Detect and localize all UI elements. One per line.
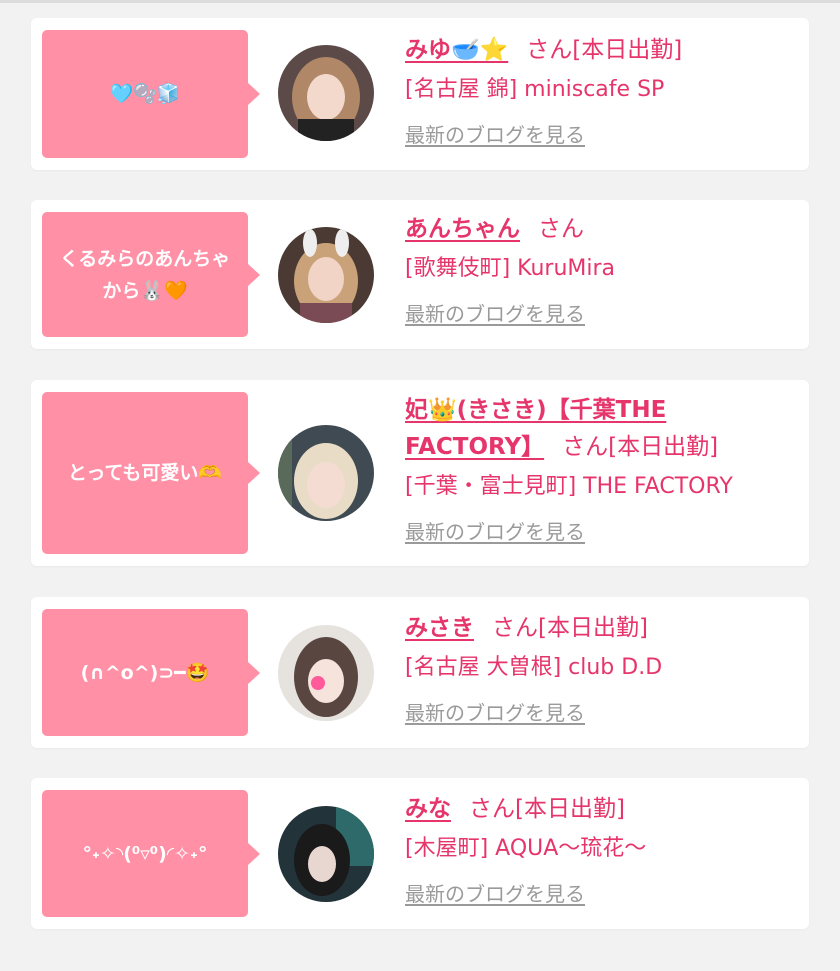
latest-blog-link[interactable]: 最新のブログを見る — [405, 516, 585, 545]
message-bubble: 🩵🫧🧊 — [42, 30, 260, 158]
honorific: さん — [538, 216, 584, 242]
status-badge: [本日出勤] — [572, 37, 683, 63]
avatar[interactable] — [278, 625, 374, 721]
avatar-photo-icon — [278, 227, 374, 323]
latest-blog-link[interactable]: 最新のブログを見る — [405, 119, 585, 148]
name-line: みさき さん[本日出勤] — [405, 610, 805, 647]
avatar-photo-icon — [278, 806, 374, 902]
message-card: °˖✧◝(⁰▿⁰)◜✧˖° みな さん[本日出勤] [木屋町] AQUA～琉花～ … — [31, 778, 809, 929]
message-text: 🩵🫧🧊 — [109, 83, 181, 105]
cast-name-link[interactable]: みゆ🥣⭐ — [405, 37, 508, 63]
shop-name: [名古屋 大曽根] club D.D — [405, 655, 663, 680]
shop-name: [千葉・富士見町] THE FACTORY — [405, 474, 733, 499]
cast-name-link[interactable]: みな — [405, 796, 451, 822]
honorific: さん — [492, 615, 538, 641]
avatar[interactable] — [278, 806, 374, 902]
shop-name: [名古屋 錦] miniscafe SP — [405, 77, 665, 102]
name-line: 妃👑(きさき)【千葉THE FACTORY】 さん[本日出勤] — [405, 392, 765, 466]
message-bubble: °˖✧◝(⁰▿⁰)◜✧˖° — [42, 790, 260, 917]
status-badge: [本日出勤] — [608, 434, 719, 460]
honorific: さん — [562, 434, 609, 460]
message-text: くるみらのあんちゃから🐰🧡 — [59, 247, 231, 302]
message-card: とっても可愛い🫶 妃👑(きさき)【千葉THE FACTORY】 さん[本日出勤] … — [31, 380, 809, 566]
cast-name-link[interactable]: あんちゃん — [405, 216, 520, 242]
message-text: とっても可愛い🫶 — [67, 462, 223, 484]
name-line: あんちゃん さん — [405, 211, 805, 248]
name-line: みな さん[本日出勤] — [405, 791, 805, 828]
card-info: あんちゃん さん [歌舞伎町] KuruMira 最新のブログを見る — [405, 211, 805, 327]
avatar[interactable] — [278, 45, 374, 141]
card-info: みゆ🥣⭐ さん[本日出勤] [名古屋 錦] miniscafe SP 最新のブログ… — [405, 32, 805, 148]
message-card: くるみらのあんちゃから🐰🧡 あんちゃん さん [歌舞伎町] KuruMira 最新… — [31, 200, 809, 349]
message-text: (∩^o^)⊃━🤩 — [80, 661, 210, 684]
avatar-photo-icon — [278, 425, 374, 521]
message-card: 🩵🫧🧊 みゆ🥣⭐ さん[本日出勤] [名古屋 錦] miniscafe SP 最新… — [31, 18, 809, 170]
honorific: さん — [469, 796, 515, 822]
shop-name: [木屋町] AQUA～琉花～ — [405, 836, 647, 861]
shop-name: [歌舞伎町] KuruMira — [405, 256, 616, 281]
card-info: 妃👑(きさき)【千葉THE FACTORY】 さん[本日出勤] [千葉・富士見町]… — [405, 392, 805, 545]
message-bubble: とっても可愛い🫶 — [42, 392, 260, 554]
honorific: さん — [526, 37, 573, 63]
status-badge: [本日出勤] — [538, 615, 648, 641]
top-divider — [0, 0, 840, 3]
message-bubble: (∩^o^)⊃━🤩 — [42, 609, 260, 736]
avatar[interactable] — [278, 425, 374, 521]
latest-blog-link[interactable]: 最新のブログを見る — [405, 697, 585, 726]
status-badge: [本日出勤] — [515, 796, 625, 822]
card-info: みさき さん[本日出勤] [名古屋 大曽根] club D.D 最新のブログを見る — [405, 610, 805, 726]
card-info: みな さん[本日出勤] [木屋町] AQUA～琉花～ 最新のブログを見る — [405, 791, 805, 907]
latest-blog-link[interactable]: 最新のブログを見る — [405, 878, 585, 907]
latest-blog-link[interactable]: 最新のブログを見る — [405, 298, 585, 327]
avatar-photo-icon — [278, 45, 374, 141]
avatar[interactable] — [278, 227, 374, 323]
name-line: みゆ🥣⭐ さん[本日出勤] — [405, 32, 805, 69]
message-bubble: くるみらのあんちゃから🐰🧡 — [42, 212, 260, 337]
message-text: °˖✧◝(⁰▿⁰)◜✧˖° — [82, 842, 208, 865]
cast-name-link[interactable]: みさき — [405, 615, 474, 641]
avatar-photo-icon — [278, 625, 374, 721]
message-card: (∩^o^)⊃━🤩 みさき さん[本日出勤] [名古屋 大曽根] club D.D… — [31, 597, 809, 748]
